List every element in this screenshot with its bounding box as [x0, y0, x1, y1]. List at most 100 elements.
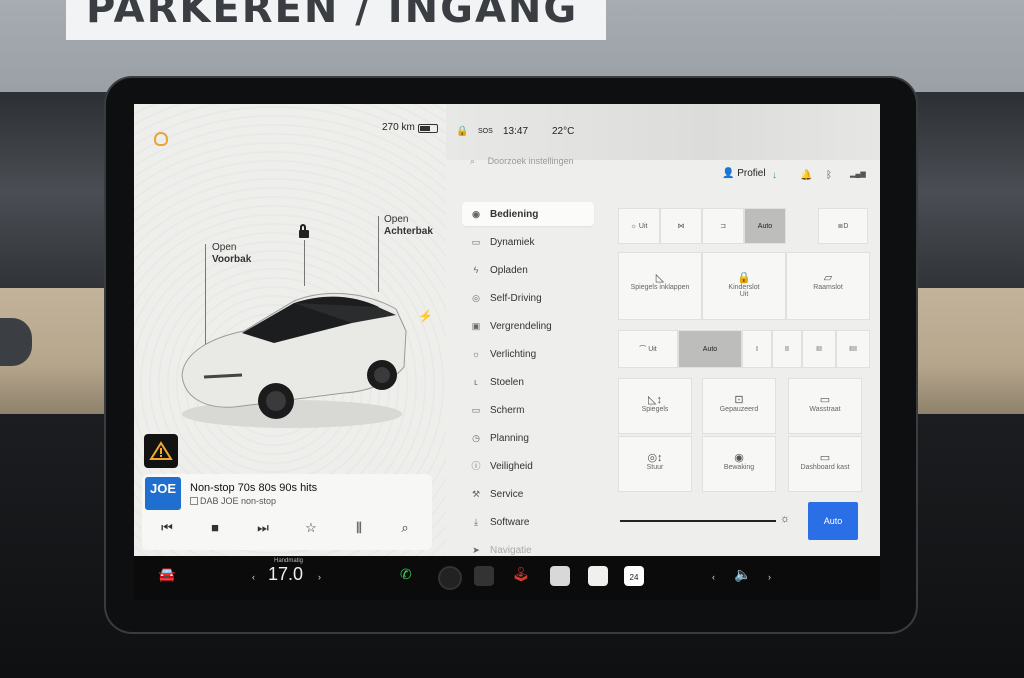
lights-parking[interactable]: ⋈	[660, 208, 702, 244]
lock-icon: ▣	[471, 321, 481, 331]
lights-low-beam[interactable]: ⊐	[702, 208, 744, 244]
phone-icon[interactable]: ✆	[400, 566, 412, 583]
previous-icon[interactable]: ⏮	[156, 520, 178, 536]
notes-app-icon[interactable]	[588, 566, 608, 586]
calendar-app-icon[interactable]: 24	[624, 566, 644, 586]
equalizer-icon[interactable]: ⫼	[348, 520, 370, 536]
download-icon: ⤓	[474, 517, 478, 527]
stop-icon[interactable]: ■	[204, 520, 226, 535]
settings-search[interactable]: ⌕ Doorzoek instellingen	[470, 156, 574, 167]
nav-verlichting[interactable]: ☼ Verlichting	[462, 342, 594, 366]
nav-vergrendeling[interactable]: ▣ Vergrendeling	[462, 314, 594, 338]
frunk-label[interactable]: Open Voorbak	[212, 242, 251, 266]
radio-source-icon	[190, 497, 198, 505]
high-beam-icon: ≣D	[837, 223, 849, 230]
cabin-temperature[interactable]: 17.0	[268, 564, 303, 585]
nav-stoelen[interactable]: ʟ Stoelen	[462, 370, 594, 394]
wrench-icon: ⚒	[471, 489, 481, 499]
media-title: Non-stop 70s 80s 90s hits	[190, 482, 318, 494]
lights-off[interactable]: ☼ Uit	[618, 208, 660, 244]
nav-software[interactable]: ⤓ Software	[462, 510, 594, 534]
tire-pressure-warning-icon	[154, 132, 168, 146]
alert-button[interactable]	[144, 434, 178, 468]
sos-indicator: SOS	[478, 128, 493, 135]
car-icon: ▭	[471, 237, 481, 247]
wipers-speed-3[interactable]: III	[802, 330, 836, 368]
temp-increase-icon[interactable]: ›	[318, 572, 321, 582]
lock-status-icon: 🔒	[456, 126, 469, 137]
wipers-speed-4[interactable]: IIII	[836, 330, 870, 368]
screen-icon: ▭	[471, 405, 481, 415]
sentry-mode-button[interactable]: ◉ Bewaking	[702, 436, 776, 492]
glovebox-icon: ▭	[819, 452, 831, 464]
nav-icon: ➤	[472, 545, 480, 555]
wipers-off[interactable]: ⌒ Uit	[618, 330, 678, 368]
temp-decrease-icon[interactable]: ‹	[252, 572, 255, 582]
media-search-icon[interactable]: ⌕	[394, 520, 416, 536]
steering-icon: ◎	[472, 293, 480, 303]
next-icon[interactable]: ⏭	[252, 520, 274, 536]
arcade-app-icon[interactable]: 🕹	[512, 566, 530, 583]
clock: 13:47	[503, 126, 529, 137]
child-lock-button[interactable]: 🔒 Kinderslot Uit	[702, 252, 786, 320]
charge-port-icon[interactable]: ⚡	[418, 309, 433, 323]
sun-icon: ☼	[630, 223, 637, 230]
steering-adjust-icon: ◎↕	[647, 452, 663, 464]
wipers-auto[interactable]: Auto	[678, 330, 742, 368]
person-icon: 👤	[722, 168, 735, 179]
nav-navigatie[interactable]: ➤ Navigatie	[462, 538, 594, 556]
camera-app-icon[interactable]	[438, 566, 462, 590]
search-icon: ⌕	[470, 156, 476, 166]
car-wash-button[interactable]: ▭ Wasstraat	[788, 378, 862, 434]
fold-mirrors-button[interactable]: ◺ Spiegels inklappen	[618, 252, 702, 320]
brightness-slider[interactable]	[620, 520, 776, 522]
sentry-icon: ◉	[734, 452, 744, 464]
volume-increase-icon[interactable]: ›	[768, 572, 771, 582]
high-beam-button[interactable]: ≣D	[818, 208, 868, 244]
brightness-auto-button[interactable]: Auto	[808, 502, 858, 540]
nav-opladen[interactable]: ϟ Opladen	[462, 258, 594, 282]
shield-icon: ⓘ	[471, 461, 481, 471]
nav-self-driving[interactable]: ◎ Self-Driving	[462, 286, 594, 310]
nav-scherm[interactable]: ▭ Scherm	[462, 398, 594, 422]
toybox-app-icon[interactable]	[474, 566, 494, 586]
wipers-speed-1[interactable]: I	[742, 330, 772, 368]
steering-adjust-button[interactable]: ◎↕ Stuur	[618, 436, 692, 492]
car-model-image	[181, 293, 407, 428]
dashcam-button[interactable]: ⊡ Gepauzeerd	[702, 378, 776, 434]
signal-icon: ▂▄▆	[850, 171, 866, 178]
glovebox-button[interactable]: ▭ Dashboard kast	[788, 436, 862, 492]
manual-app-icon[interactable]	[550, 566, 570, 586]
nav-service[interactable]: ⚒ Service	[462, 482, 594, 506]
profile-button[interactable]: 👤 Profiel	[722, 168, 766, 179]
nav-planning[interactable]: ◷ Planning	[462, 426, 594, 450]
touchscreen: 270 km Open Voorbak Open Achterbak ⚡ JOE…	[134, 104, 880, 556]
media-player[interactable]: JOE Non-stop 70s 80s 90s hits DAB JOE no…	[142, 474, 432, 550]
media-source: DAB JOE non-stop	[200, 496, 277, 506]
volume-icon[interactable]: 🔈	[734, 566, 751, 583]
battery-icon	[418, 124, 438, 133]
bolt-icon: ϟ	[473, 265, 479, 275]
mirror-adjust-icon: ◺↕	[648, 394, 662, 406]
range-indicator: 270 km	[382, 122, 415, 133]
bluetooth-icon[interactable]: ᛒ	[826, 170, 832, 181]
toggle-icon: ◉	[472, 209, 480, 219]
nav-bediening[interactable]: ◉ Bediening	[462, 202, 594, 226]
nav-dynamiek[interactable]: ▭ Dynamiek	[462, 230, 594, 254]
favorite-star-icon[interactable]: ☆	[300, 520, 322, 536]
lights-auto[interactable]: Auto	[744, 208, 786, 244]
wiper-icon: ⌒	[639, 346, 647, 353]
unlock-icon[interactable]	[299, 224, 309, 238]
window-lock-button[interactable]: ▱ Raamslot	[786, 252, 870, 320]
download-icon[interactable]: ↓	[772, 170, 777, 181]
trunk-label[interactable]: Open Achterbak	[384, 214, 433, 238]
childlock-icon: 🔒	[737, 272, 751, 284]
bell-icon[interactable]: 🔔	[800, 170, 812, 181]
wipers-speed-2[interactable]: II	[772, 330, 802, 368]
nav-veiligheid[interactable]: ⓘ Veiligheid	[462, 454, 594, 478]
mirrors-adjust-button[interactable]: ◺↕ Spiegels	[618, 378, 692, 434]
car-icon[interactable]: 🚘	[158, 566, 175, 583]
low-beam-icon: ⊐	[720, 223, 726, 230]
parking-sign: PARKEREN / INGANG	[66, 0, 606, 40]
volume-decrease-icon[interactable]: ‹	[712, 572, 715, 582]
